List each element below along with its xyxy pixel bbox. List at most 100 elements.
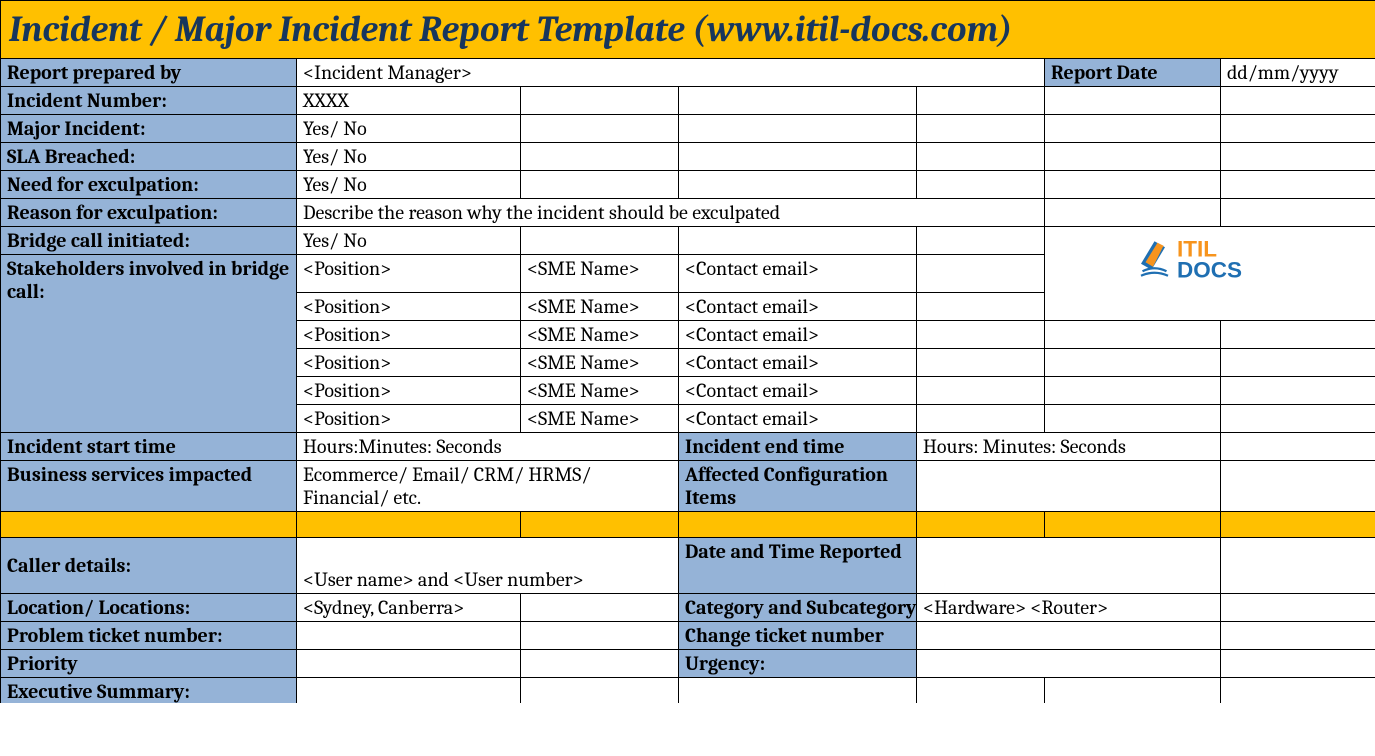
empty-cell[interactable] xyxy=(1221,143,1375,171)
value-change-ticket[interactable] xyxy=(917,621,1221,649)
empty-cell[interactable] xyxy=(1221,320,1375,348)
empty-cell[interactable] xyxy=(1045,376,1221,404)
empty-cell[interactable] xyxy=(917,292,1045,320)
value-incident-number[interactable]: XXXX xyxy=(297,87,521,115)
stakeholder-email[interactable]: <Contact email> xyxy=(679,320,917,348)
empty-cell[interactable] xyxy=(1045,199,1221,227)
empty-cell[interactable] xyxy=(1045,404,1221,432)
empty-cell[interactable] xyxy=(1221,432,1375,460)
value-priority[interactable] xyxy=(297,649,521,677)
empty-cell[interactable] xyxy=(1221,621,1375,649)
empty-cell[interactable] xyxy=(521,621,679,649)
empty-cell[interactable] xyxy=(917,376,1045,404)
label-bridge-call: Bridge call initiated: xyxy=(1,227,297,255)
label-incident-end: Incident end time xyxy=(679,432,917,460)
empty-cell[interactable] xyxy=(521,87,679,115)
empty-cell[interactable] xyxy=(521,115,679,143)
empty-cell[interactable] xyxy=(1045,143,1221,171)
empty-cell[interactable] xyxy=(521,649,679,677)
divider-cell xyxy=(297,511,521,537)
label-need-exculpation: Need for exculpation: xyxy=(1,171,297,199)
stakeholder-email[interactable]: <Contact email> xyxy=(679,348,917,376)
stakeholder-position[interactable]: <Position> xyxy=(297,255,521,293)
value-location[interactable]: <Sydney, Canberra> xyxy=(297,593,521,621)
empty-cell[interactable] xyxy=(297,677,521,703)
stakeholder-position[interactable]: <Position> xyxy=(297,376,521,404)
value-incident-start[interactable]: Hours:Minutes: Seconds xyxy=(297,432,679,460)
value-report-prepared-by[interactable]: <Incident Manager> xyxy=(297,59,1045,87)
empty-cell[interactable] xyxy=(1045,348,1221,376)
label-report-prepared-by: Report prepared by xyxy=(1,59,297,87)
value-business-services[interactable]: Ecommerce/ Email/ CRM/ HRMS/ Financial/ … xyxy=(297,460,679,511)
empty-cell[interactable] xyxy=(917,143,1045,171)
stakeholder-email[interactable]: <Contact email> xyxy=(679,255,917,293)
empty-cell[interactable] xyxy=(521,171,679,199)
empty-cell[interactable] xyxy=(1221,460,1375,511)
empty-cell[interactable] xyxy=(917,171,1045,199)
stakeholder-email[interactable]: <Contact email> xyxy=(679,376,917,404)
empty-cell[interactable] xyxy=(1221,87,1375,115)
empty-cell[interactable] xyxy=(1221,537,1375,593)
empty-cell[interactable] xyxy=(1221,376,1375,404)
stakeholder-position[interactable]: <Position> xyxy=(297,348,521,376)
value-caller-details[interactable]: <User name> and <User number> xyxy=(297,537,679,593)
empty-cell[interactable] xyxy=(1221,649,1375,677)
empty-cell[interactable] xyxy=(521,677,679,703)
stakeholder-email[interactable]: <Contact email> xyxy=(679,404,917,432)
empty-cell[interactable] xyxy=(521,227,679,255)
stakeholder-sme[interactable]: <SME Name> xyxy=(521,376,679,404)
empty-cell[interactable] xyxy=(679,171,917,199)
value-urgency[interactable] xyxy=(917,649,1221,677)
stakeholder-sme[interactable]: <SME Name> xyxy=(521,320,679,348)
stakeholder-position[interactable]: <Position> xyxy=(297,404,521,432)
empty-cell[interactable] xyxy=(1221,593,1375,621)
empty-cell[interactable] xyxy=(1045,171,1221,199)
empty-cell[interactable] xyxy=(917,404,1045,432)
empty-cell[interactable] xyxy=(1221,404,1375,432)
empty-cell[interactable] xyxy=(521,593,679,621)
empty-cell[interactable] xyxy=(917,320,1045,348)
value-incident-end[interactable]: Hours: Minutes: Seconds xyxy=(917,432,1221,460)
value-category-subcat[interactable]: <Hardware> <Router> xyxy=(917,593,1221,621)
empty-cell[interactable] xyxy=(679,87,917,115)
empty-cell[interactable] xyxy=(1045,677,1221,703)
empty-cell[interactable] xyxy=(1045,292,1375,320)
empty-cell[interactable] xyxy=(521,143,679,171)
empty-cell[interactable] xyxy=(917,87,1045,115)
value-reason-exculpation[interactable]: Describe the reason why the incident sho… xyxy=(297,199,1045,227)
label-category-subcat: Category and Subcategory xyxy=(679,593,917,621)
empty-cell[interactable] xyxy=(917,255,1045,293)
empty-cell[interactable] xyxy=(1221,348,1375,376)
stakeholder-sme[interactable]: <SME Name> xyxy=(521,292,679,320)
empty-cell[interactable] xyxy=(1221,199,1375,227)
empty-cell[interactable] xyxy=(679,677,917,703)
empty-cell[interactable] xyxy=(917,348,1045,376)
stakeholder-sme[interactable]: <SME Name> xyxy=(521,255,679,293)
empty-cell[interactable] xyxy=(1045,87,1221,115)
empty-cell[interactable] xyxy=(917,677,1045,703)
value-need-exculpation[interactable]: Yes/ No xyxy=(297,171,521,199)
value-date-time-reported[interactable] xyxy=(917,537,1221,593)
empty-cell[interactable] xyxy=(1045,320,1221,348)
stakeholder-position[interactable]: <Position> xyxy=(297,292,521,320)
empty-cell[interactable] xyxy=(917,227,1045,255)
stakeholder-position[interactable]: <Position> xyxy=(297,320,521,348)
empty-cell[interactable] xyxy=(1045,115,1221,143)
value-sla-breached[interactable]: Yes/ No xyxy=(297,143,521,171)
empty-cell[interactable] xyxy=(1221,677,1375,703)
empty-cell[interactable] xyxy=(679,115,917,143)
label-location: Location/ Locations: xyxy=(1,593,297,621)
stakeholder-sme[interactable]: <SME Name> xyxy=(521,348,679,376)
empty-cell[interactable] xyxy=(679,227,917,255)
stakeholder-email[interactable]: <Contact email> xyxy=(679,292,917,320)
empty-cell[interactable] xyxy=(679,143,917,171)
value-affected-ci[interactable] xyxy=(917,460,1221,511)
stakeholder-sme[interactable]: <SME Name> xyxy=(521,404,679,432)
empty-cell[interactable] xyxy=(917,115,1045,143)
value-problem-ticket[interactable] xyxy=(297,621,521,649)
value-bridge-call[interactable]: Yes/ No xyxy=(297,227,521,255)
value-report-date[interactable]: dd/mm/yyyy xyxy=(1221,59,1375,87)
value-major-incident[interactable]: Yes/ No xyxy=(297,115,521,143)
empty-cell[interactable] xyxy=(1221,171,1375,199)
empty-cell[interactable] xyxy=(1221,115,1375,143)
